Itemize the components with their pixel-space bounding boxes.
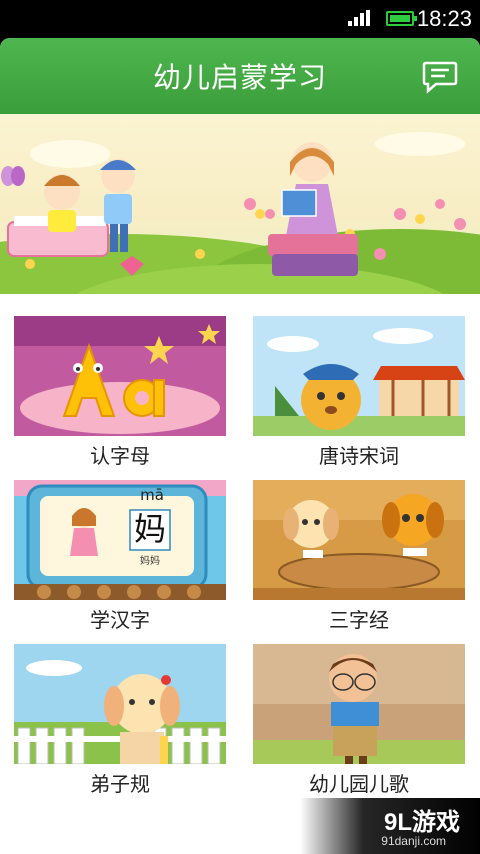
lesson-label: 认字母 — [90, 444, 150, 468]
chinese-characters-thumbnail: mā 妈 妈妈 — [14, 480, 226, 600]
caption-text: 妈妈 — [140, 556, 160, 567]
lesson-label: 学汉字 — [90, 608, 150, 632]
di-zi-gui-thumbnail — [14, 644, 226, 764]
lesson-grid: 认字母 唐诗宋词 mā 妈 妈妈 学汉字 三字经 弟子规 幼儿园儿歌 9L游戏 … — [0, 294, 480, 854]
signal-bars-icon — [348, 10, 370, 26]
battery-icon — [386, 11, 417, 26]
lesson-tile-three-character-classic[interactable]: 三字经 — [253, 480, 465, 634]
alphabet-thumbnail — [14, 316, 226, 436]
status-bar: 18:23 — [0, 0, 480, 38]
lesson-label: 幼儿园儿歌 — [309, 772, 409, 796]
lesson-tile-alphabet[interactable]: 认字母 — [14, 316, 226, 470]
page-title: 幼儿启蒙学习 — [152, 61, 327, 94]
lesson-tile-chinese-characters[interactable]: mā 妈 妈妈 学汉字 — [14, 480, 226, 634]
lesson-tile-di-zi-gui[interactable]: 弟子规 — [14, 644, 226, 798]
banner[interactable] — [0, 114, 480, 294]
message-button[interactable] — [422, 60, 458, 94]
lesson-tile-poetry[interactable]: 唐诗宋词 — [253, 316, 465, 470]
hanzi-text: 妈 — [133, 510, 166, 548]
kids-reading-illustration — [0, 132, 480, 294]
message-icon — [422, 61, 458, 94]
clock: 18:23 — [416, 6, 472, 31]
nursery-songs-thumbnail — [253, 644, 465, 764]
pinyin-text: mā — [140, 486, 164, 504]
lesson-label: 弟子规 — [90, 772, 150, 796]
lesson-tile-nursery-songs[interactable]: 幼儿园儿歌 — [253, 644, 465, 798]
watermark-url: 91danji.com — [381, 834, 446, 848]
app-header: 幼儿启蒙学习 — [0, 38, 480, 114]
watermark-logo: 9L游戏 — [383, 809, 460, 836]
app-window: 幼儿启蒙学习 认字母 唐诗宋词 mā 妈 妈妈 学汉字 三字经 弟子规 幼儿园儿… — [0, 38, 480, 854]
lesson-label: 三字经 — [329, 608, 389, 632]
three-character-classic-thumbnail — [253, 480, 465, 600]
watermark: 9L游戏 91danji.com — [300, 798, 480, 854]
lesson-label: 唐诗宋词 — [319, 444, 399, 468]
poetry-thumbnail — [253, 316, 465, 436]
